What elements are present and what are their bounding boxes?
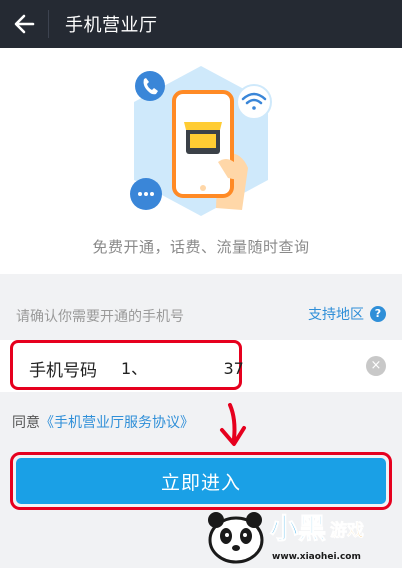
tagline: 免费开通，话费、流量随时查询 (92, 238, 310, 256)
service-agreement-link[interactable]: 《手机营业厅服务协议》 (40, 415, 194, 431)
phone-number-row: 手机号码 × (0, 340, 402, 392)
help-icon[interactable]: ? (370, 306, 386, 322)
supported-regions-label: 支持地区 (308, 307, 364, 323)
supported-regions-link[interactable]: 支持地区 ? (308, 304, 386, 324)
store-icon (184, 122, 222, 154)
phone-home-button (200, 185, 206, 191)
prompt-row: 请确认你需要开通的手机号 支持地区 ? (0, 300, 402, 330)
wifi-bubble (236, 84, 272, 120)
confirm-number-prompt: 请确认你需要开通的手机号 (16, 309, 184, 325)
arrow-left-icon (14, 14, 35, 34)
header-divider (48, 10, 49, 38)
arrow-down-icon (220, 403, 246, 446)
phone-number-label: 手机号码 (29, 361, 97, 381)
enter-now-button[interactable]: 立即进入 (16, 458, 386, 504)
watermark-site: www.xiaohei.com (272, 552, 361, 562)
agreement-row: 同意《手机营业厅服务协议》 (12, 412, 194, 432)
phone-number-field[interactable]: 手机号码 (10, 340, 247, 390)
top-bar: 手机营业厅 (0, 0, 402, 48)
chat-bubble-icon (138, 192, 154, 196)
agreement-prefix: 同意 (12, 415, 40, 431)
watermark-brand-text: 小黑 (270, 512, 326, 545)
phone-call-bubble (135, 71, 165, 101)
svg-text:游戏: 游戏 (330, 520, 364, 541)
page-title: 手机营业厅 (65, 15, 158, 36)
hero-section: 免费开通，话费、流量随时查询 (0, 48, 402, 274)
clear-icon[interactable]: × (366, 356, 386, 376)
watermark-logo: 小黑 游戏 www.xiaohei.com (198, 502, 398, 564)
phone-number-input[interactable] (121, 351, 247, 383)
back-button[interactable] (0, 0, 48, 48)
app-illustration (130, 66, 272, 216)
